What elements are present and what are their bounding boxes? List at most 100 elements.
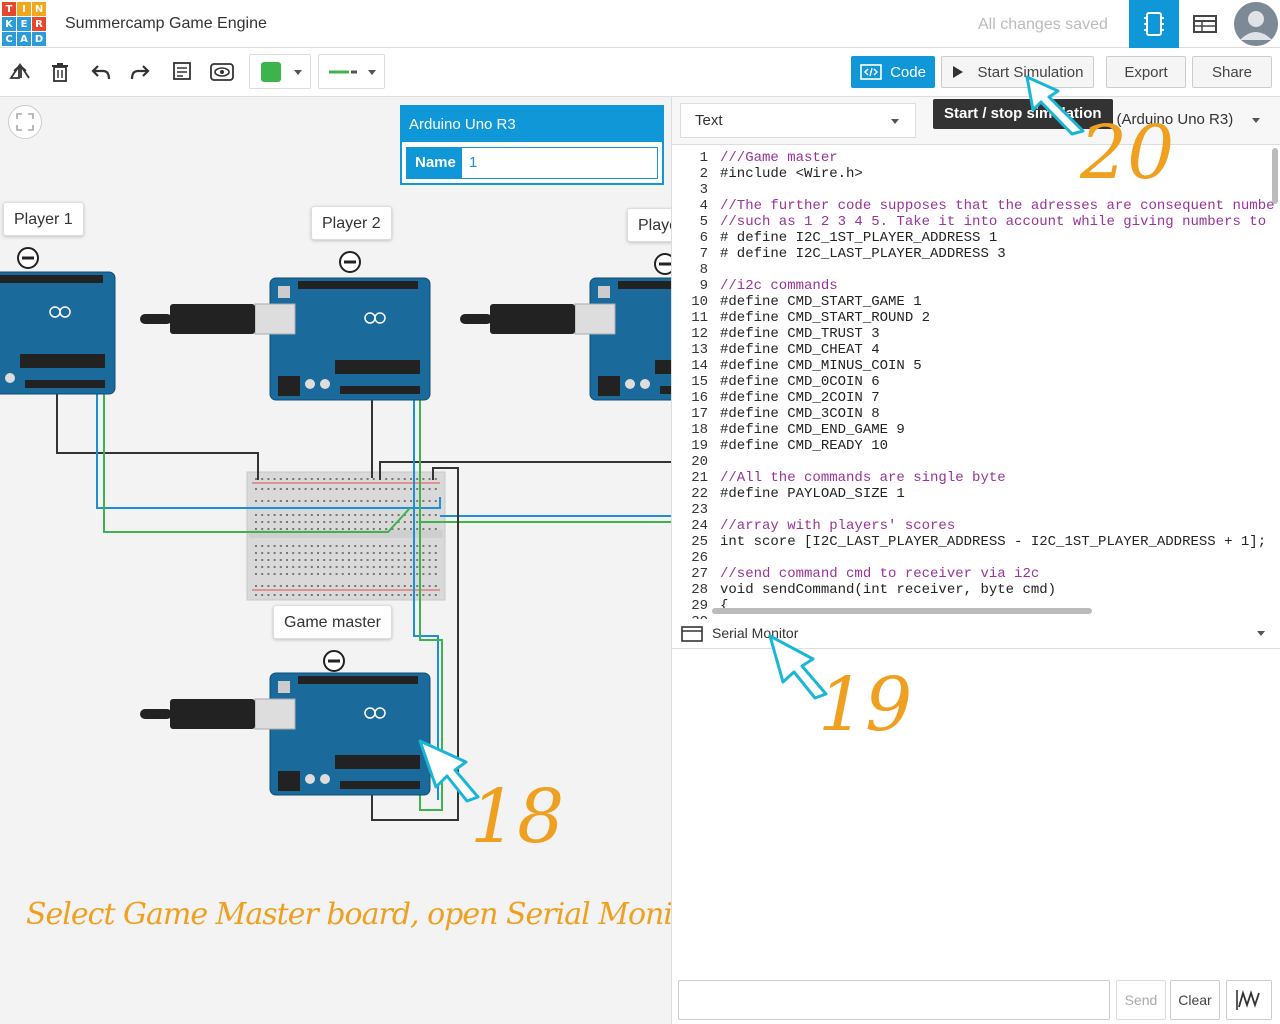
header-pins: [0, 275, 103, 283]
project-title[interactable]: Summercamp Game Engine: [65, 15, 267, 33]
name-input[interactable]: 1: [469, 148, 477, 178]
breadboard-hole: [335, 521, 338, 523]
horizontal-scrollbar[interactable]: [712, 608, 1092, 614]
logo-letter: K: [2, 17, 16, 31]
breadboard-hole: [310, 585, 313, 587]
header-pins: [340, 781, 420, 789]
code-text[interactable]: ///Game master #include <Wire.h> //The fur…: [720, 150, 1275, 619]
breadboard-hole: [255, 514, 257, 516]
breadboard-hole: [372, 514, 375, 516]
breadboard-hole: [317, 521, 319, 523]
capacitor: [640, 379, 650, 389]
serial-input[interactable]: [678, 980, 1110, 1020]
breadboard-hole: [379, 545, 381, 547]
breadboard-hole: [397, 500, 400, 502]
code-editor[interactable]: 1 2 3 4 5 6 7 8 9 10 11 12 13 14 15 16 17 18 19 20 21 22 23 24 2…: [672, 145, 1280, 619]
clear-button[interactable]: Clear: [1170, 980, 1220, 1020]
delete-button[interactable]: [46, 58, 74, 86]
callout-game-master[interactable]: Game master: [273, 605, 392, 639]
play-icon: [952, 66, 963, 78]
breadboard-hole: [385, 585, 388, 587]
breadboard-hole: [422, 528, 425, 530]
serial-monitor-bar[interactable]: Serial Monitor: [672, 619, 1280, 649]
breadboard-hole: [372, 552, 375, 554]
breadboard-hole: [255, 545, 257, 547]
code-button[interactable]: Code: [851, 56, 935, 88]
callout-player-1[interactable]: Player 1: [3, 202, 84, 236]
atmega-chip: [335, 755, 420, 769]
breadboard-hole: [261, 528, 264, 530]
breadboard-hole: [360, 545, 363, 547]
minus-bar: [328, 659, 340, 663]
breadboard-hole: [298, 528, 301, 530]
breadboard-hole: [385, 521, 388, 523]
breadboard-hole: [286, 514, 288, 516]
breadboard-hole: [279, 545, 282, 547]
notes-button[interactable]: [168, 58, 196, 86]
breadboard-hole: [416, 488, 419, 490]
breadboard-hole: [416, 573, 419, 575]
breadboard-hole: [304, 566, 307, 568]
breadboard-hole: [255, 566, 257, 568]
callout-player-2[interactable]: Player 2: [311, 206, 392, 240]
line-number: 1: [699, 150, 708, 166]
wire-type-dropdown[interactable]: [318, 54, 385, 89]
user-avatar[interactable]: [1231, 0, 1280, 48]
breadboard-hole: [422, 559, 425, 561]
graph-button[interactable]: [1226, 980, 1272, 1020]
breadboard-hole: [286, 566, 288, 568]
start-simulation-button[interactable]: Start Simulation: [941, 56, 1094, 88]
breadboard-hole: [385, 514, 388, 516]
logo-letter: D: [32, 32, 46, 46]
color-dropdown[interactable]: [249, 54, 311, 89]
breadboard-hole: [391, 573, 394, 575]
send-button[interactable]: Send: [1116, 980, 1166, 1020]
breadboard-hole: [416, 552, 419, 554]
undo-icon: [91, 65, 111, 80]
chevron-down-icon[interactable]: [1257, 631, 1265, 636]
logo-letter: C: [2, 32, 16, 46]
breadboard-hole: [310, 528, 313, 530]
rotate-button[interactable]: [6, 58, 34, 86]
breadboard-hole: [348, 500, 350, 502]
breadboard-hole: [298, 559, 301, 561]
undo-button[interactable]: [87, 58, 115, 86]
circuit-view-button[interactable]: [1129, 0, 1179, 48]
breadboard-hole: [273, 514, 276, 516]
breadboard-hole: [279, 566, 282, 568]
line-number: 19: [691, 438, 708, 454]
share-button[interactable]: Share: [1192, 56, 1272, 88]
breadboard-hole: [286, 545, 288, 547]
breadboard-hole: [323, 488, 326, 490]
callout-player-3[interactable]: Playe: [627, 208, 671, 242]
capacitor: [320, 379, 330, 389]
redo-button[interactable]: [126, 58, 154, 86]
breadboard-hole: [310, 514, 313, 516]
line-number: 5: [699, 214, 708, 230]
circuit-canvas[interactable]: Player 1 Player 2 Playe Game master Ardu…: [0, 97, 671, 1024]
breadboard-hole: [279, 559, 282, 561]
breadboard-hole: [366, 521, 369, 523]
breadboard-hole: [323, 559, 326, 561]
breadboard-hole: [341, 500, 344, 502]
breadboard-hole: [391, 552, 394, 554]
vertical-scrollbar[interactable]: [1272, 148, 1278, 204]
breadboard-hole: [428, 573, 431, 575]
breadboard-hole: [434, 545, 437, 547]
code-line: //array with players' scores: [720, 518, 956, 534]
breadboard-hole: [267, 585, 270, 587]
breadboard-hole: [304, 545, 307, 547]
breadboard-hole: [279, 500, 282, 502]
breadboard-hole: [341, 585, 344, 587]
tinkercad-logo[interactable]: TIN KER CAD: [2, 2, 46, 46]
code-mode-dropdown[interactable]: Text: [680, 103, 916, 138]
component-list-button[interactable]: [1180, 0, 1230, 48]
breadboard-hole: [354, 573, 357, 575]
breadboard-hole: [366, 552, 369, 554]
breadboard-hole: [261, 566, 264, 568]
visibility-button[interactable]: [208, 58, 236, 86]
export-button[interactable]: Export: [1106, 56, 1186, 88]
breadboard-hole: [410, 528, 412, 530]
breadboard-hole: [410, 514, 412, 516]
